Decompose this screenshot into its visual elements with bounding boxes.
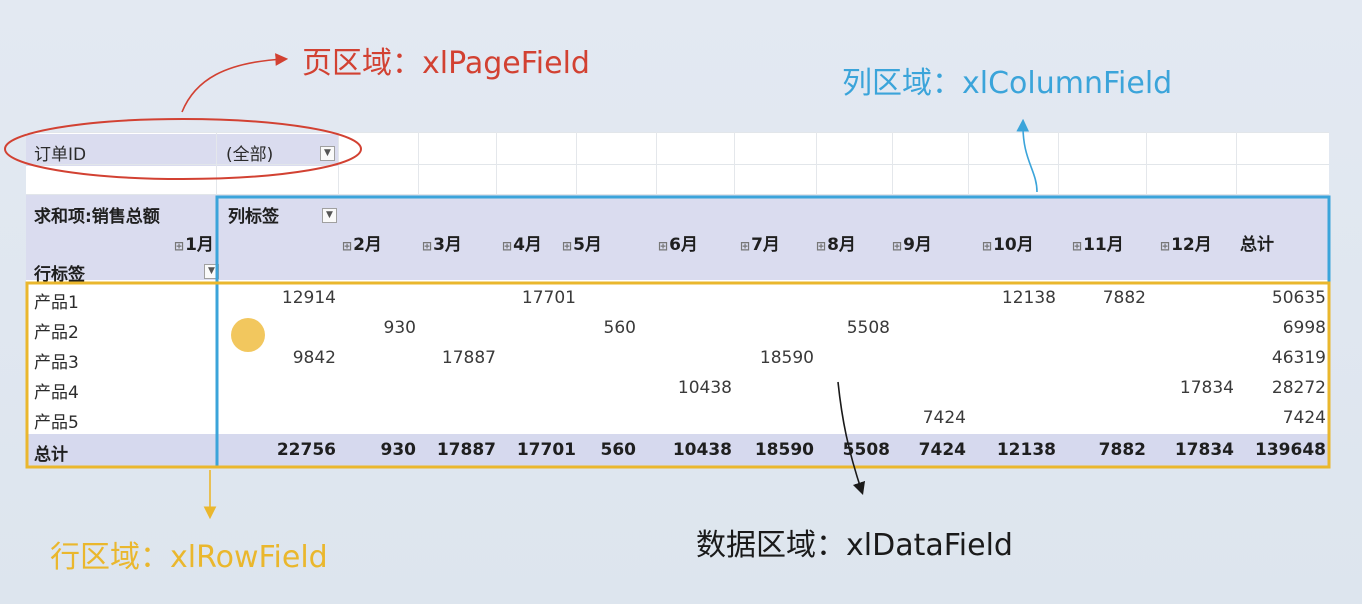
data-field-arrow <box>837 381 866 496</box>
data-field-annotation: 数据区域：xlDataField <box>696 528 1013 563</box>
row-field-box <box>25 281 1331 469</box>
column-field-annotation: 列区域：xlColumnField <box>842 66 1173 101</box>
page-field-arrow <box>181 53 289 113</box>
page-field-highlight-ellipse <box>4 118 362 180</box>
row-field-annotation: 行区域：xlRowField <box>50 540 328 575</box>
page-field-annotation: 页区域：xlPageField <box>302 46 590 81</box>
column-field-arrow <box>1016 118 1038 193</box>
column-field-box <box>215 195 1331 469</box>
